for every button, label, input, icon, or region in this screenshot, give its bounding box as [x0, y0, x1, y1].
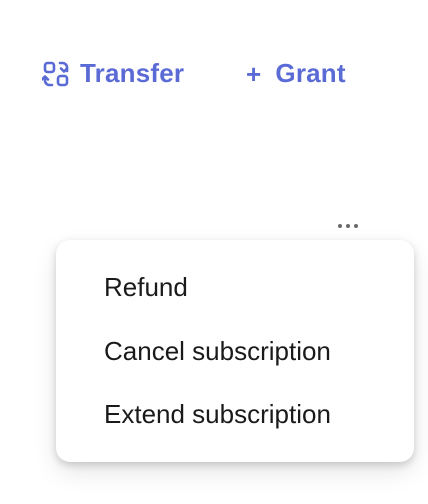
grant-button[interactable]: + Grant	[246, 58, 346, 89]
dot	[338, 224, 342, 228]
menu-item-refund[interactable]: Refund	[104, 272, 188, 303]
more-horizontal-icon	[338, 224, 358, 228]
more-options-button[interactable]	[334, 216, 362, 236]
menu-item-cancel-subscription[interactable]: Cancel subscription	[104, 336, 331, 367]
transfer-label: Transfer	[80, 58, 185, 88]
dot	[346, 224, 350, 228]
dropdown-menu: Refund Cancel subscription Extend subscr…	[56, 240, 414, 462]
transfer-icon	[42, 60, 70, 88]
transfer-button[interactable]: Transfer	[42, 58, 184, 89]
dot	[354, 224, 358, 228]
menu-item-extend-subscription[interactable]: Extend subscription	[104, 399, 331, 430]
page: Transfer + Grant Refund Cancel subscript…	[0, 0, 428, 504]
grant-label: Grant	[275, 58, 346, 88]
plus-icon: +	[246, 58, 262, 89]
